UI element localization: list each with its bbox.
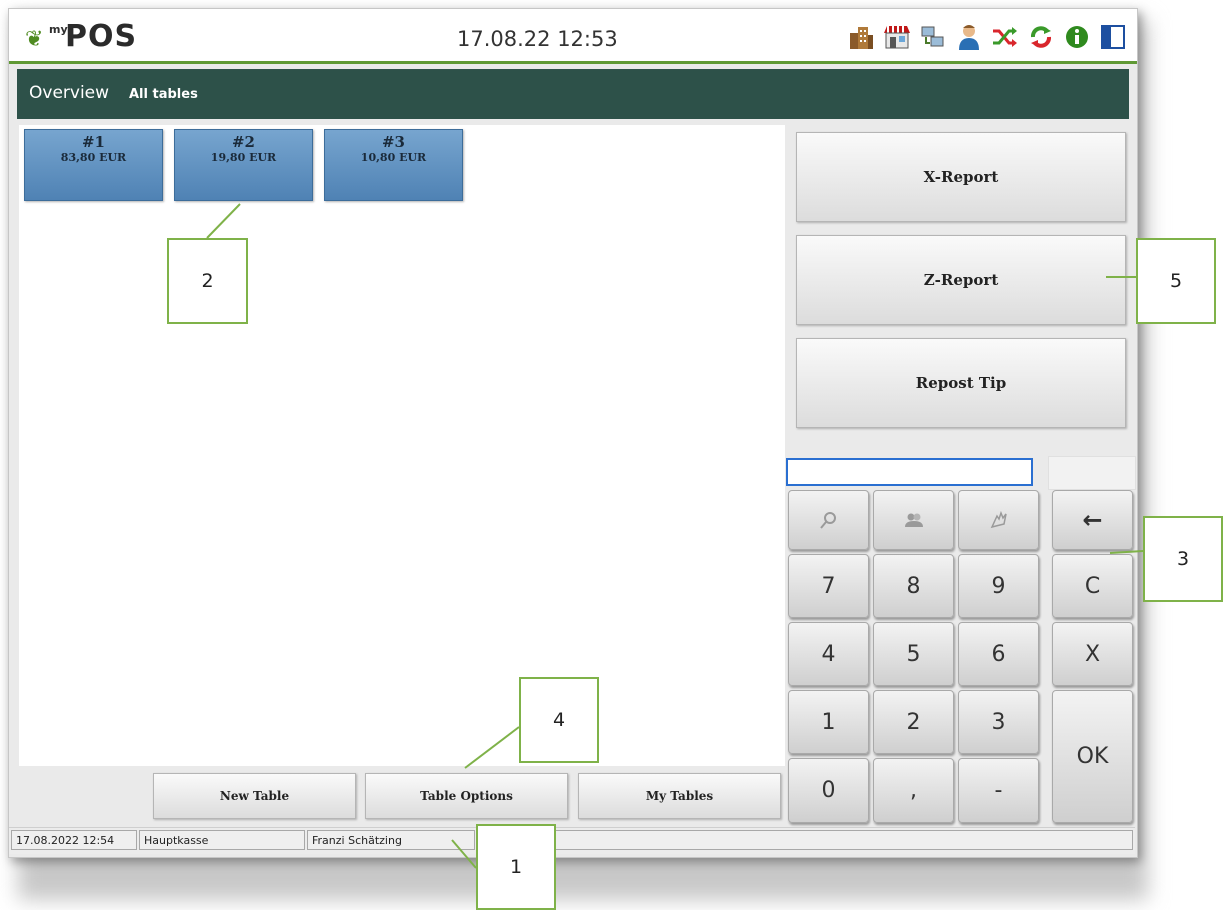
panel-icon[interactable] (1099, 23, 1127, 51)
status-datetime: 17.08.2022 12:54 (11, 830, 137, 850)
shuffle-icon[interactable] (991, 23, 1019, 51)
key-7[interactable]: 7 (788, 554, 869, 618)
leaf-icon: ❦ (25, 27, 44, 52)
ok-key[interactable]: OK (1052, 690, 1133, 823)
user-icon[interactable] (955, 23, 983, 51)
tip-key[interactable] (958, 490, 1039, 550)
table-number: #2 (231, 133, 255, 151)
overview-header: Overview All tables (17, 69, 1129, 119)
repost-tip-button[interactable]: Repost Tip (796, 338, 1126, 428)
key-3[interactable]: 3 (958, 690, 1039, 754)
logo-pos-text: POS (65, 19, 138, 54)
table-amount: 83,80 EUR (60, 151, 127, 164)
table-amount: 10,80 EUR (360, 151, 427, 164)
title-datetime: 17.08.22 12:53 (457, 27, 618, 51)
table-number: #1 (81, 133, 105, 151)
key-0[interactable]: 0 (788, 758, 869, 823)
backspace-icon: ← (1082, 506, 1103, 534)
keypad-display (1048, 456, 1136, 490)
key-1[interactable]: 1 (788, 690, 869, 754)
table-options-button[interactable]: Table Options (365, 773, 568, 819)
status-register: Hauptkasse (139, 830, 305, 850)
callout-5: 5 (1136, 238, 1216, 324)
status-user: Franzi Schätzing (307, 830, 475, 850)
table-tile-3[interactable]: #3 10,80 EUR (324, 129, 463, 201)
key-minus[interactable]: - (958, 758, 1039, 823)
callout-3: 3 (1143, 516, 1223, 602)
clear-key[interactable]: C (1052, 554, 1133, 618)
tables-area: #1 83,80 EUR #2 19,80 EUR #3 10,80 EUR (19, 125, 785, 766)
key-2[interactable]: 2 (873, 690, 954, 754)
cancel-key[interactable]: X (1052, 622, 1133, 686)
callout-1: 1 (476, 824, 556, 910)
new-table-button[interactable]: New Table (153, 773, 356, 819)
hand-icon (990, 510, 1007, 529)
network-icon[interactable] (919, 23, 947, 51)
page-subtitle: All tables (129, 87, 198, 102)
search-key[interactable] (788, 490, 869, 550)
key-comma[interactable]: , (873, 758, 954, 823)
title-bar: ❦ my POS 17.08.22 12:53 (9, 9, 1137, 64)
key-8[interactable]: 8 (873, 554, 954, 618)
x-report-button[interactable]: X-Report (796, 132, 1126, 222)
shop-icon[interactable] (883, 23, 911, 51)
toolbar-icons (847, 23, 1127, 51)
search-icon (819, 512, 836, 529)
keypad-input[interactable] (786, 458, 1033, 486)
callout-4: 4 (519, 677, 599, 763)
backspace-key[interactable]: ← (1052, 490, 1133, 550)
page-title: Overview (29, 83, 110, 103)
key-9[interactable]: 9 (958, 554, 1039, 618)
table-tile-1[interactable]: #1 83,80 EUR (24, 129, 163, 201)
status-bar: 17.08.2022 12:54 Hauptkasse Franzi Schät… (9, 827, 1135, 854)
status-empty (477, 830, 1133, 850)
key-4[interactable]: 4 (788, 622, 869, 686)
key-6[interactable]: 6 (958, 622, 1039, 686)
callout-2: 2 (167, 238, 248, 324)
guest-key[interactable] (873, 490, 954, 550)
refresh-icon[interactable] (1027, 23, 1055, 51)
z-report-button[interactable]: Z-Report (796, 235, 1126, 325)
key-5[interactable]: 5 (873, 622, 954, 686)
info-icon[interactable] (1063, 23, 1091, 51)
my-tables-button[interactable]: My Tables (578, 773, 781, 819)
table-amount: 19,80 EUR (210, 151, 277, 164)
table-number: #3 (381, 133, 405, 151)
group-icon (904, 513, 923, 527)
building-icon[interactable] (847, 23, 875, 51)
table-tile-2[interactable]: #2 19,80 EUR (174, 129, 313, 201)
